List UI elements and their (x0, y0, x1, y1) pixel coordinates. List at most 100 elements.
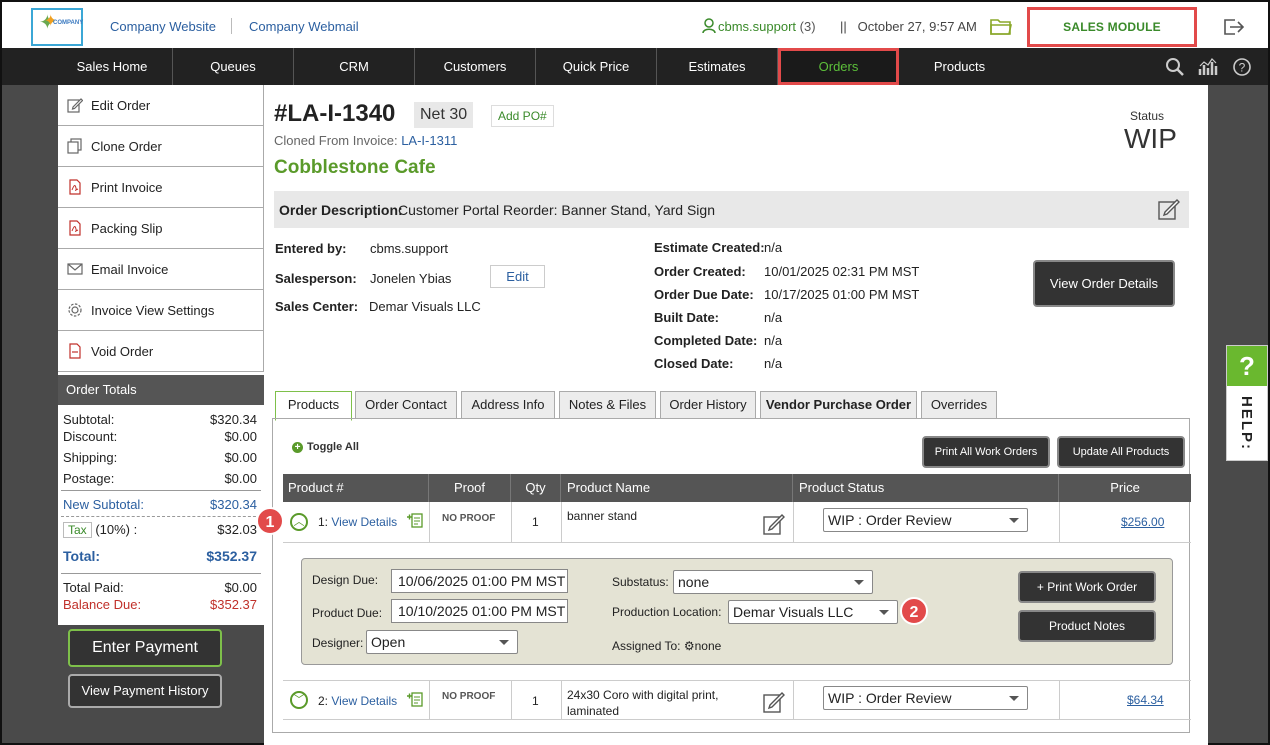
product-status-select[interactable]: WIP : Order Review (823, 508, 1028, 532)
edit-salesperson-button[interactable]: Edit (490, 265, 545, 288)
company-website-link[interactable]: Company Website (110, 19, 216, 34)
help-question-icon: ? (1227, 346, 1267, 386)
help-circle-icon[interactable]: ? (1232, 57, 1252, 77)
void-document-icon (69, 343, 81, 359)
collapse-row-icon[interactable]: ︿ (290, 513, 308, 531)
edit-product-icon[interactable] (762, 690, 786, 714)
sidebar-item-packing-slip[interactable]: Packing Slip (58, 208, 264, 249)
balance-due-value: $352.37 (210, 597, 257, 612)
toggle-all-button[interactable]: + Toggle All (292, 441, 359, 453)
customer-name[interactable]: Cobblestone Cafe (274, 157, 436, 179)
subtotal-row: Subtotal: $320.34 (63, 412, 257, 427)
totals-divider (61, 490, 261, 491)
chevron-down-icon (499, 640, 509, 645)
analytics-icon[interactable] (1198, 57, 1218, 77)
cloned-from: Cloned From Invoice: LA-I-1311 (274, 133, 457, 148)
estimate-created-label: Estimate Created: (654, 240, 765, 255)
total-row: Total: $352.37 (63, 548, 257, 564)
sidebar-item-invoice-view-settings[interactable]: Invoice View Settings (58, 290, 264, 331)
add-work-order-icon[interactable] (406, 511, 424, 529)
add-po-button[interactable]: Add PO# (491, 105, 554, 127)
col-product-name: Product Name (561, 474, 793, 502)
tab-address-info[interactable]: Address Info (461, 391, 555, 419)
add-work-order-icon[interactable] (406, 690, 424, 708)
search-icon[interactable] (1165, 57, 1185, 77)
designer-select[interactable]: Open (366, 630, 518, 654)
gear-icon[interactable]: ⚙ (684, 639, 695, 653)
tab-notes-files[interactable]: Notes & Files (559, 391, 656, 419)
entered-by-value: cbms.support (370, 241, 449, 256)
nav-products[interactable]: Products (899, 48, 1020, 85)
quantity: 1 (532, 694, 539, 708)
enter-payment-button[interactable]: Enter Payment (68, 629, 222, 667)
folder-icon[interactable] (990, 16, 1012, 36)
view-details-link[interactable]: View Details (331, 694, 397, 708)
tab-products[interactable]: Products (275, 391, 352, 421)
sidebar-item-edit-order[interactable]: Edit Order (58, 85, 264, 126)
product-status-value: WIP : Order Review (828, 690, 952, 706)
sidebar-item-email-invoice[interactable]: Email Invoice (58, 249, 264, 290)
substatus-select[interactable]: none (673, 570, 873, 594)
help-tab[interactable]: ? HELP: (1226, 345, 1268, 461)
expand-row-icon[interactable]: ﹀ (290, 691, 308, 709)
user-name[interactable]: cbms.support (718, 19, 796, 34)
top-header: ✦ ✦ COMPANY Company Website Company Webm… (2, 0, 1268, 48)
view-details-link[interactable]: View Details (331, 515, 397, 529)
nav-sales-home[interactable]: Sales Home (52, 48, 173, 85)
assigned-to-value: none (694, 639, 722, 653)
product-notes-button[interactable]: Product Notes (1018, 610, 1156, 642)
tab-vendor-purchase-order[interactable]: Vendor Purchase Order (760, 391, 917, 419)
company-webmail-link[interactable]: Company Webmail (249, 19, 359, 34)
nav-estimates[interactable]: Estimates (657, 48, 778, 85)
edit-product-icon[interactable] (762, 512, 786, 536)
toggle-all-label: Toggle All (307, 441, 359, 453)
sidebar-item-print-invoice[interactable]: Print Invoice (58, 167, 264, 208)
print-all-work-orders-button[interactable]: Print All Work Orders (922, 436, 1050, 468)
description-value: Customer Portal Reorder: Banner Stand, Y… (398, 202, 715, 218)
sidebar-item-void-order[interactable]: Void Order (58, 331, 264, 372)
main-nav: Sales Home Queues CRM Customers Quick Pr… (2, 48, 1268, 85)
logout-icon[interactable] (1223, 17, 1245, 37)
print-work-order-button[interactable]: + Print Work Order (1018, 571, 1156, 603)
sales-center-label: Sales Center: (275, 299, 359, 314)
postage-label: Postage: (63, 471, 115, 486)
closed-date-label: Closed Date: (654, 356, 734, 371)
design-due-input[interactable]: 10/06/2025 01:00 PM MST (391, 569, 568, 593)
view-payment-history-button[interactable]: View Payment History (68, 674, 222, 708)
tab-overrides[interactable]: Overrides (921, 391, 997, 419)
product-price-link[interactable]: $256.00 (1121, 515, 1164, 529)
product-due-input[interactable]: 10/10/2025 01:00 PM MST (391, 599, 568, 623)
cloned-invoice-link[interactable]: LA-I-1311 (401, 133, 457, 148)
nav-orders[interactable]: Orders (778, 48, 899, 85)
tab-order-contact[interactable]: Order Contact (355, 391, 457, 419)
col-product-status: Product Status (793, 474, 1059, 502)
user-menu[interactable]: cbms.support (3) (718, 19, 816, 34)
nav-customers[interactable]: Customers (415, 48, 536, 85)
update-all-products-button[interactable]: Update All Products (1057, 436, 1185, 468)
product-status-select[interactable]: WIP : Order Review (823, 686, 1028, 710)
production-location-select[interactable]: Demar Visuals LLC (728, 600, 898, 624)
row-number: 2: (318, 694, 329, 708)
total-paid-value: $0.00 (224, 580, 257, 595)
sales-module-button[interactable]: SALES MODULE (1027, 7, 1197, 47)
product-price-link[interactable]: $64.34 (1127, 693, 1164, 707)
discount-value: $0.00 (224, 429, 257, 444)
view-order-details-button[interactable]: View Order Details (1033, 260, 1175, 307)
edit-icon (67, 98, 83, 113)
designer-label: Designer: (312, 636, 364, 650)
design-due-label: Design Due: (312, 573, 379, 587)
sidebar-item-clone-order[interactable]: Clone Order (58, 126, 264, 167)
tab-order-history[interactable]: Order History (660, 391, 756, 419)
tax-value: $32.03 (217, 522, 257, 537)
balance-due-label: Balance Due: (63, 597, 142, 612)
nav-queues[interactable]: Queues (173, 48, 294, 85)
row-number: 1: (318, 515, 329, 529)
sidebar-item-label: Clone Order (91, 139, 162, 154)
edit-description-icon[interactable] (1157, 197, 1181, 221)
chevron-down-icon (1009, 696, 1019, 701)
company-logo[interactable]: ✦ ✦ COMPANY (31, 8, 83, 46)
nav-crm[interactable]: CRM (294, 48, 415, 85)
gear-icon (68, 303, 82, 317)
pdf-icon (69, 179, 81, 195)
nav-quick-price[interactable]: Quick Price (536, 48, 657, 85)
